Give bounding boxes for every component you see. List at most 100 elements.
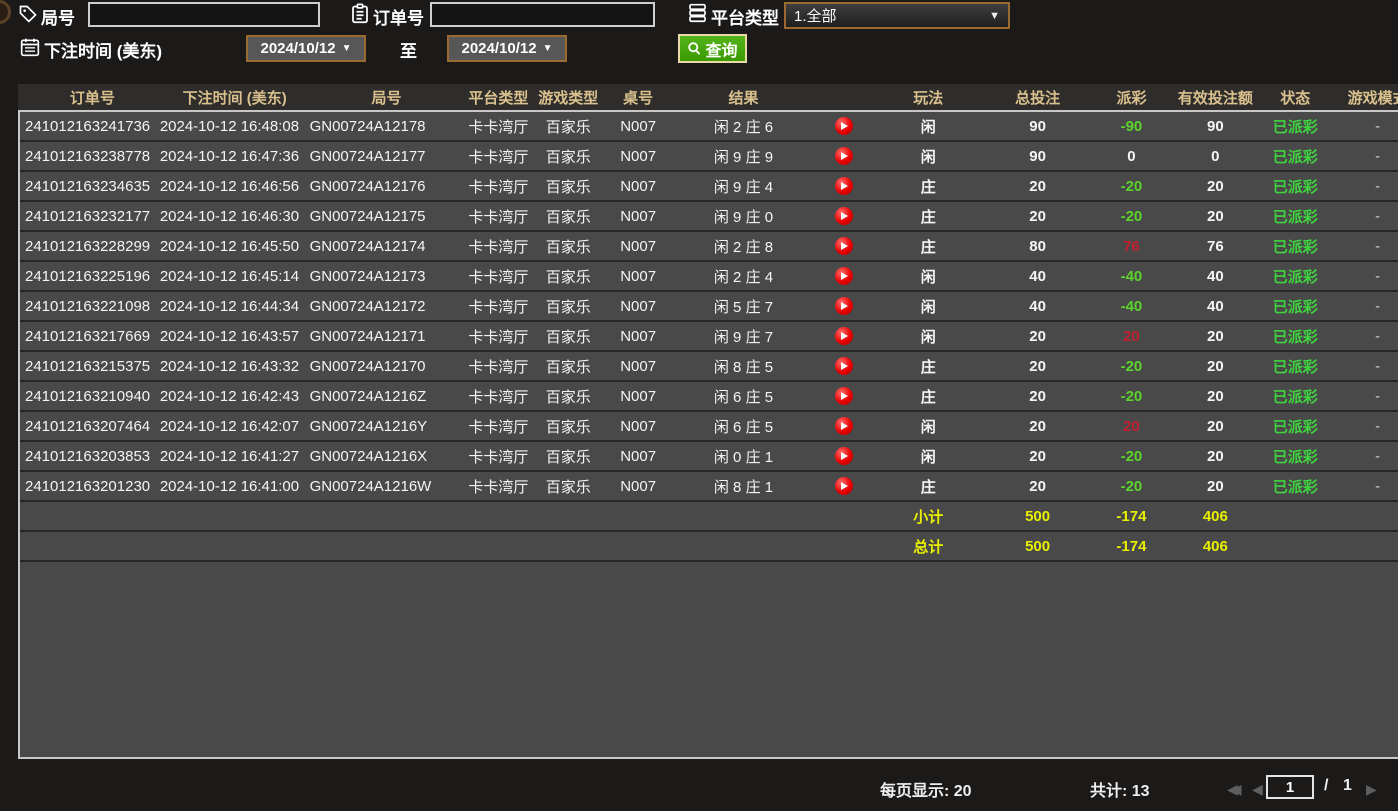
cell-valid_bet: 406 [1202, 507, 1228, 525]
round-number-label: 局号 [41, 9, 75, 28]
cell-total_bet: 500 [1025, 537, 1051, 555]
cell-mode: - [1375, 417, 1381, 435]
replay-play-icon[interactable] [834, 477, 853, 495]
replay-play-icon[interactable] [834, 387, 853, 405]
cell-game: 百家乐 [545, 148, 591, 166]
replay-play-icon[interactable] [834, 147, 853, 165]
cell-platform: 卡卡湾厅 [468, 448, 529, 466]
cell-status: 已派彩 [1272, 298, 1318, 316]
platform-type-select[interactable]: 1.全部 ▼ [784, 2, 1010, 29]
query-button[interactable]: 查询 [678, 34, 747, 63]
column-header: 游戏模式 [1347, 89, 1398, 107]
cell-valid_bet: 20 [1206, 327, 1224, 345]
cell-game: 百家乐 [545, 328, 591, 346]
cell-payout: 20 [1123, 417, 1140, 435]
cell-time: 2024-10-12 16:42:43 [159, 387, 300, 405]
replay-play-icon[interactable] [834, 297, 853, 315]
column-header: 有效投注额 [1177, 89, 1253, 107]
subtotal-row: 小计 500 -174 406 [20, 502, 1398, 532]
cell-total_bet: 90 [1029, 117, 1046, 135]
date-to-picker[interactable]: 2024/10/12 ▼ [447, 35, 567, 62]
replay-play-icon[interactable] [834, 327, 853, 345]
cell-status: 已派彩 [1272, 328, 1318, 346]
cell-mode: - [1375, 327, 1381, 345]
table-row: 241012163207464 2024-10-12 16:42:07 GN0072… [20, 412, 1398, 442]
cell-round: GN00724A12173 [309, 267, 426, 285]
cell-table_no: N007 [620, 477, 657, 495]
cell-platform: 卡卡湾厅 [468, 388, 529, 406]
cell-game: 百家乐 [545, 448, 591, 466]
replay-play-icon[interactable] [834, 177, 853, 195]
cell-platform: 卡卡湾厅 [468, 358, 529, 376]
column-header: 局号 [371, 89, 402, 107]
column-header: 玩法 [913, 89, 944, 107]
table-row: 241012163217669 2024-10-12 16:43:57 GN0072… [20, 322, 1398, 352]
cell-game: 百家乐 [545, 238, 591, 256]
cell-payout: -20 [1120, 387, 1143, 405]
prev-page-icon[interactable]: ◀ [1252, 777, 1263, 801]
cell-table_no: N007 [620, 117, 657, 135]
cell-order: 241012163201230 [25, 477, 151, 495]
cell-play [814, 147, 874, 165]
chevron-down-icon: ▼ [989, 9, 1000, 22]
cell-result: 闲 8 庄 5 [713, 358, 774, 376]
cell-total_bet: 20 [1029, 477, 1046, 495]
cell-valid_bet: 20 [1206, 177, 1224, 195]
cell-total_bet: 80 [1029, 237, 1046, 255]
cell-table_no: N007 [620, 417, 657, 435]
next-page-icon[interactable]: ▶ [1366, 777, 1377, 801]
table-row: 241012163221098 2024-10-12 16:44:34 GN0072… [20, 292, 1398, 322]
replay-play-icon[interactable] [834, 117, 853, 135]
cell-time: 2024-10-12 16:45:50 [159, 237, 300, 255]
cell-valid_bet: 20 [1206, 357, 1224, 375]
cell-order: 241012163203853 [25, 447, 151, 465]
cell-play [814, 297, 874, 315]
order-number-input[interactable] [430, 2, 655, 27]
cell-play: 庄 [920, 178, 936, 196]
cell-play: 闲 [920, 268, 936, 286]
date-from-picker[interactable]: 2024/10/12 ▼ [246, 35, 366, 62]
date-from-value: 2024/10/12 [260, 40, 336, 57]
cell-play [814, 117, 874, 135]
cell-round: GN00724A12174 [309, 237, 426, 255]
chevron-down-icon: ▼ [341, 43, 352, 54]
column-header: 状态 [1280, 89, 1311, 107]
cell-valid_bet: 76 [1206, 237, 1224, 255]
cell-platform: 卡卡湾厅 [468, 208, 529, 226]
cell-payout: 0 [1127, 147, 1136, 165]
cell-result: 闲 0 庄 1 [713, 448, 774, 466]
replay-play-icon[interactable] [834, 207, 853, 225]
cell-order: 241012163215375 [25, 357, 151, 375]
cell-table_no: N007 [620, 447, 657, 465]
replay-play-icon[interactable] [834, 267, 853, 285]
cell-status: 已派彩 [1272, 178, 1318, 196]
cell-total_bet: 90 [1029, 147, 1046, 165]
cell-payout: -40 [1120, 267, 1143, 285]
round-number-input[interactable] [88, 2, 320, 27]
per-page-text: 每页显示: 20 [880, 783, 972, 800]
cell-payout: -174 [1116, 537, 1147, 555]
replay-play-icon[interactable] [834, 447, 853, 465]
cell-round: GN00724A12178 [309, 117, 426, 135]
cell-valid_bet: 20 [1206, 417, 1224, 435]
replay-play-icon[interactable] [834, 417, 853, 435]
cell-result: 闲 9 庄 4 [713, 178, 774, 196]
cell-game: 百家乐 [545, 358, 591, 376]
replay-play-icon[interactable] [834, 357, 853, 375]
cell-payout: -40 [1120, 297, 1143, 315]
first-page-icon[interactable]: ◀◀ [1227, 777, 1241, 801]
table-row: 241012163238778 2024-10-12 16:47:36 GN0072… [20, 142, 1398, 172]
cell-result: 闲 2 庄 6 [713, 118, 774, 136]
cell-platform: 卡卡湾厅 [468, 238, 529, 256]
cell-total_bet: 40 [1029, 297, 1046, 315]
cell-order: 241012163225196 [25, 267, 151, 285]
replay-play-icon[interactable] [834, 237, 853, 255]
cell-result: 闲 2 庄 8 [713, 238, 774, 256]
page-number-input[interactable] [1266, 775, 1314, 799]
cell-play: 总计 [913, 538, 944, 556]
cell-time: 2024-10-12 16:44:34 [159, 297, 300, 315]
column-header: 总投注 [1015, 89, 1061, 107]
cell-table_no: N007 [620, 177, 657, 195]
cell-total_bet: 20 [1029, 207, 1046, 225]
cell-table_no: N007 [620, 357, 657, 375]
